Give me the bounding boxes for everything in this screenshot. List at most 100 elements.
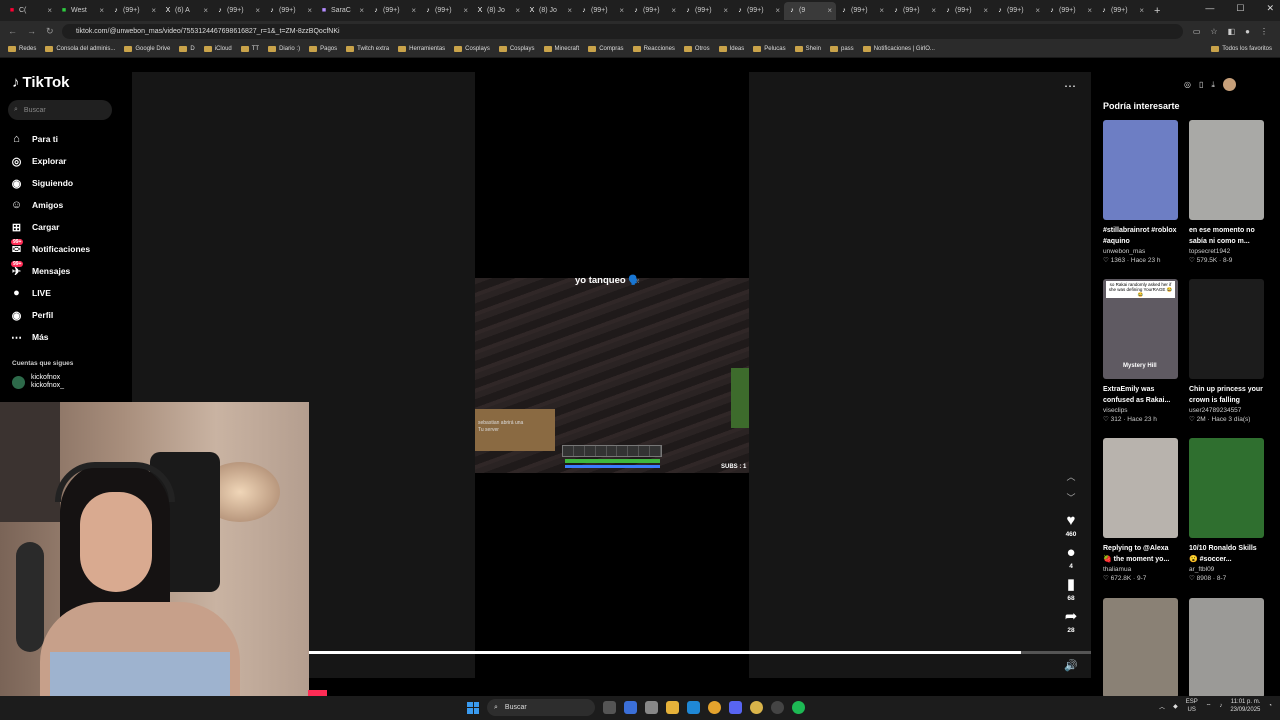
browser-tab[interactable]: ■ SaraC × <box>316 2 368 20</box>
close-tab-icon[interactable]: × <box>255 6 260 15</box>
tiktok-logo[interactable]: ♪ TikTok <box>12 74 69 91</box>
bookmark-item[interactable]: Shein <box>794 46 821 52</box>
bookmark-item[interactable]: Google Drive <box>124 46 170 52</box>
more-options-icon[interactable]: ⋯ <box>1064 79 1076 93</box>
cast-icon[interactable]: ▭ <box>1193 27 1201 36</box>
close-tab-icon[interactable]: × <box>1139 6 1144 15</box>
next-video-icon[interactable]: ﹀ <box>1066 491 1075 504</box>
spotify-icon[interactable] <box>792 701 805 714</box>
browser-tab[interactable]: X (6) A × <box>160 2 212 20</box>
bookmark-item[interactable]: Cosplays <box>498 46 535 52</box>
browser-tab[interactable]: ♪ (99+) × <box>732 2 784 20</box>
task-view-icon[interactable] <box>603 701 616 714</box>
star-icon[interactable]: ☆ <box>1210 27 1217 36</box>
bookmark-item[interactable]: iCloud <box>203 46 232 52</box>
browser-tab[interactable]: ♪ (9 × <box>784 1 836 20</box>
close-tab-icon[interactable]: × <box>775 6 780 15</box>
coin-icon[interactable]: ◎ <box>1184 80 1191 89</box>
taskbar-search[interactable]: ⌕ Buscar <box>487 699 595 716</box>
bookmark-item[interactable]: Twitch extra <box>346 46 389 52</box>
search-input[interactable]: ⌕ Buscar <box>8 100 112 120</box>
bookmark-item[interactable]: Minecraft <box>543 46 579 52</box>
bookmark-item[interactable]: Otros <box>683 46 710 52</box>
close-tab-icon[interactable]: × <box>359 6 364 15</box>
back-icon[interactable]: ← <box>8 26 17 37</box>
video-thumbnail[interactable] <box>1103 438 1178 538</box>
close-tab-icon[interactable]: × <box>307 6 312 15</box>
recommended-video-card[interactable] <box>1189 598 1265 698</box>
video-thumbnail[interactable] <box>1103 598 1178 698</box>
chrome-icon[interactable] <box>708 701 721 714</box>
close-tab-icon[interactable]: × <box>671 6 676 15</box>
previous-video-icon[interactable]: ︿ <box>1066 470 1075 483</box>
bookmark-item[interactable]: Redes <box>8 46 36 52</box>
video-thumbnail[interactable] <box>1189 120 1264 220</box>
recommended-video-card[interactable]: en ese momento no sabía ni como m... tops… <box>1189 120 1265 264</box>
sidebar-item-amigos[interactable]: ☺ Amigos <box>10 194 90 216</box>
new-tab-button[interactable]: + <box>1154 5 1160 17</box>
start-button[interactable] <box>467 701 479 714</box>
browser-tab[interactable]: ♪ (99+) × <box>1096 2 1148 20</box>
video-thumbnail[interactable] <box>1103 120 1178 220</box>
sidebar-item-perfil[interactable]: ◉ Perfil <box>10 304 90 326</box>
close-tab-icon[interactable]: × <box>151 6 156 15</box>
browser-tab[interactable]: X (8) Jo × <box>524 2 576 20</box>
reload-icon[interactable]: ↻ <box>46 26 54 37</box>
sidebar-item-siguiendo[interactable]: ◉ Siguiendo <box>10 172 90 194</box>
bookmark-item[interactable]: Compras <box>588 46 624 52</box>
close-tab-icon[interactable]: × <box>983 6 988 15</box>
bookmark-item[interactable]: pass <box>830 46 854 52</box>
bookmark-item[interactable]: Ideas <box>718 46 744 52</box>
video-progress-bar[interactable] <box>308 651 1091 654</box>
close-tab-icon[interactable]: × <box>99 6 104 15</box>
close-window-icon[interactable]: ✕ <box>1266 3 1274 14</box>
browser-tab[interactable]: ♪ (99+) × <box>420 2 472 20</box>
browser-tab[interactable]: ♪ (99+) × <box>992 2 1044 20</box>
browser-tab[interactable]: ♪ (99+) × <box>836 2 888 20</box>
notification-bell-icon[interactable]: ◔ <box>1268 703 1272 709</box>
user-avatar[interactable] <box>1222 78 1236 91</box>
recommended-video-card[interactable]: so Rakai randomly asked her if she was d… <box>1103 279 1179 423</box>
browser-tab[interactable]: X (8) Jo × <box>472 2 524 20</box>
browser-tab[interactable]: ♪ (99+) × <box>628 2 680 20</box>
close-tab-icon[interactable]: × <box>1087 6 1092 15</box>
discord-icon[interactable] <box>729 701 742 714</box>
browser-tab[interactable]: ♪ (99+) × <box>212 2 264 20</box>
bookmark-all-favorites[interactable]: Todos los favoritos <box>1211 46 1272 52</box>
comment-button[interactable]: ● 4 <box>1066 544 1075 570</box>
bookmark-item[interactable]: TT <box>240 46 259 52</box>
language-indicator[interactable]: ESP US <box>1186 698 1198 714</box>
extensions-icon[interactable]: ◧ <box>1228 27 1236 36</box>
bookmark-item[interactable]: Notificaciones | GirlO... <box>862 46 935 52</box>
chrome-profile-icon[interactable] <box>750 701 763 714</box>
close-tab-icon[interactable]: × <box>47 6 52 15</box>
url-field[interactable]: tiktok.com/@unwebon_mas/video/7553124467… <box>62 23 1183 39</box>
close-tab-icon[interactable]: × <box>931 6 936 15</box>
tray-chevron-icon[interactable]: ︿ <box>1159 702 1165 711</box>
browser-tab[interactable]: ♪ (99+) × <box>108 2 160 20</box>
tray-app-icon[interactable]: ◆ <box>1173 703 1178 710</box>
close-tab-icon[interactable]: × <box>879 6 884 15</box>
forward-icon[interactable]: → <box>27 26 36 37</box>
sidebar-item-notificaciones[interactable]: ✉ 99+ Notificaciones <box>10 238 90 260</box>
maximize-icon[interactable]: ☐ <box>1236 3 1244 14</box>
wifi-icon[interactable]: ⌔ <box>1206 702 1212 710</box>
app-icon[interactable] <box>645 701 658 714</box>
video-thumbnail[interactable] <box>1189 279 1264 379</box>
video-thumbnail[interactable] <box>1189 598 1264 698</box>
bookmark-item[interactable]: Pagos <box>309 46 337 52</box>
file-explorer-icon[interactable] <box>666 701 679 714</box>
browser-tab[interactable]: ♪ (99+) × <box>576 2 628 20</box>
bookmark-item[interactable]: Cosplays <box>454 46 490 52</box>
following-account[interactable]: kickofnox kickofnox_ <box>12 374 64 390</box>
close-tab-icon[interactable]: × <box>203 6 208 15</box>
recommended-video-card[interactable]: 10/10 Ronaldo Skills 😮 #soccer... ar_ftbl… <box>1189 438 1265 582</box>
close-tab-icon[interactable]: × <box>723 6 728 15</box>
browser-tab[interactable]: ♪ (99+) × <box>1044 2 1096 20</box>
save-button[interactable]: ▮ 68 <box>1067 576 1075 602</box>
bookmark-item[interactable]: D <box>179 46 195 52</box>
like-button[interactable]: ♥ 460 <box>1066 512 1077 538</box>
device-icon[interactable]: ▯ <box>1199 80 1203 89</box>
volume-icon[interactable]: ♪ <box>1219 703 1222 709</box>
browser-tab[interactable]: ♪ (99+) × <box>680 2 732 20</box>
